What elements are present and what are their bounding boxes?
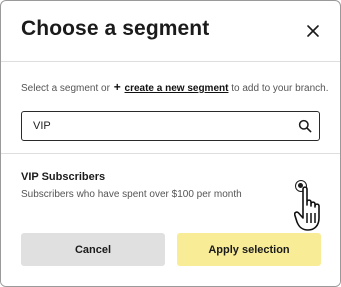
- helper-suffix: to add to your branch.: [231, 83, 329, 94]
- header-divider: [1, 61, 340, 62]
- apply-selection-button[interactable]: Apply selection: [177, 233, 321, 266]
- segment-description: Subscribers who have spent over $100 per…: [21, 189, 242, 200]
- modal-title: Choose a segment: [21, 17, 210, 40]
- search-input[interactable]: [33, 118, 283, 134]
- modal-footer: Cancel Apply selection: [1, 219, 340, 286]
- close-button[interactable]: [301, 19, 325, 43]
- modal-header: Choose a segment: [1, 1, 340, 61]
- search-box: [21, 111, 320, 141]
- close-icon: [307, 25, 319, 37]
- helper-prefix: Select a segment or: [21, 83, 110, 94]
- hand-pointer-icon: [294, 186, 320, 231]
- cancel-button[interactable]: Cancel: [21, 233, 165, 266]
- segment-item-vip-subscribers[interactable]: VIP Subscribers Subscribers who have spe…: [1, 163, 340, 213]
- create-segment-link[interactable]: create a new segment: [125, 83, 229, 94]
- plus-icon: +: [113, 80, 121, 94]
- search-icon[interactable]: [298, 119, 312, 133]
- search-divider: [1, 153, 340, 154]
- helper-text: Select a segment or + create a new segme…: [21, 80, 329, 94]
- segment-name: VIP Subscribers: [21, 171, 106, 183]
- segment-modal: Choose a segment Select a segment or + c…: [0, 0, 341, 287]
